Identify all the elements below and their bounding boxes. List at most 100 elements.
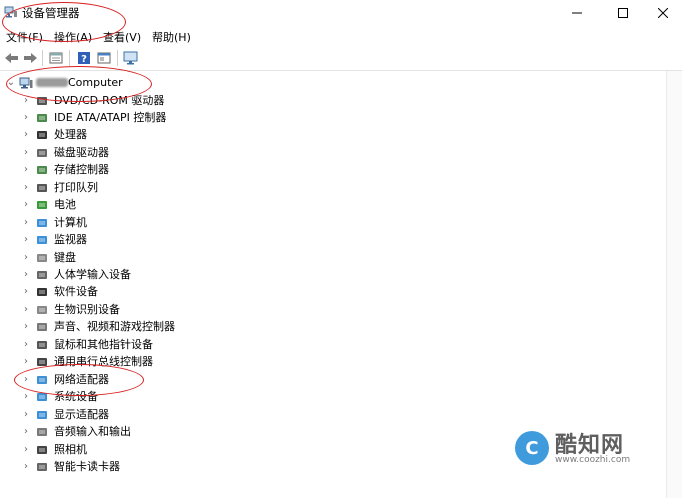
expand-chevron-icon[interactable]: › — [21, 217, 31, 229]
tree-item-label: 电池 — [54, 198, 76, 212]
tree-item-label: 智能卡读卡器 — [54, 459, 120, 473]
tree-item[interactable]: › 系统设备 — [0, 389, 600, 406]
menu-action[interactable]: 操作(A) — [54, 29, 92, 45]
tree-item-label: 通用串行总线控制器 — [54, 355, 153, 369]
expand-chevron-icon[interactable]: › — [21, 304, 31, 316]
expand-chevron-icon[interactable]: › — [21, 112, 31, 124]
tree-item-label: 处理器 — [54, 128, 87, 142]
expand-chevron-icon[interactable]: › — [21, 95, 31, 107]
expand-chevron-icon[interactable]: › — [21, 269, 31, 281]
collapse-chevron-icon[interactable]: ⌄ — [6, 77, 16, 89]
tree-item[interactable]: › 存储控制器 — [0, 162, 600, 179]
tree-item[interactable]: › 照相机 — [0, 442, 600, 459]
tree-item[interactable]: › 人体学输入设备 — [0, 267, 600, 284]
tree-item[interactable]: › 监视器 — [0, 232, 600, 249]
hid-icon — [37, 271, 47, 279]
tree-item-label: DVD/CD-ROM 驱动器 — [54, 93, 165, 107]
expand-chevron-icon[interactable]: › — [21, 426, 31, 438]
svg-text:?: ? — [81, 54, 87, 65]
toolbar-separator — [117, 50, 118, 66]
expand-chevron-icon[interactable]: › — [21, 147, 31, 159]
tree-item[interactable]: › 打印队列 — [0, 180, 600, 197]
expand-chevron-icon[interactable]: › — [21, 252, 31, 264]
menu-view[interactable]: 查看(V) — [103, 29, 141, 45]
smart-card-reader-icon — [37, 462, 47, 471]
tree-item-label: 系统设备 — [54, 390, 98, 404]
tree-item[interactable]: › IDE ATA/ATAPI 控制器 — [0, 110, 600, 127]
tree-item[interactable]: › 电池 — [0, 197, 600, 214]
menu-help[interactable]: 帮助(H) — [152, 29, 191, 45]
expand-chevron-icon[interactable]: › — [21, 321, 31, 333]
usb-icon — [37, 358, 47, 367]
forward-button[interactable] — [22, 50, 38, 66]
tree-item[interactable]: › 软件设备 — [0, 284, 600, 301]
tree-item-label: 网络适配器 — [54, 372, 109, 386]
tree-item[interactable]: › 网络适配器 — [0, 372, 600, 389]
monitor-icon — [37, 236, 47, 245]
tree-item[interactable]: › 生物识别设备 — [0, 302, 600, 319]
expand-chevron-icon[interactable]: › — [21, 199, 31, 211]
expand-chevron-icon[interactable]: › — [21, 444, 31, 456]
expand-chevron-icon[interactable]: › — [21, 356, 31, 368]
tree-item[interactable]: › 音频输入和输出 — [0, 424, 600, 441]
expand-chevron-icon[interactable]: › — [21, 182, 31, 194]
dvd-drive-icon — [37, 96, 47, 105]
display-adapter-icon — [37, 410, 47, 419]
disk-drive-icon — [37, 148, 47, 157]
tree-item-label: 音频输入和输出 — [54, 425, 131, 439]
tree-item[interactable]: › 声音、视频和游戏控制器 — [0, 319, 600, 336]
tree-item-label: 软件设备 — [54, 285, 98, 299]
battery-icon — [37, 201, 47, 210]
scan-hardware-button[interactable] — [123, 50, 139, 66]
biometric-icon — [37, 305, 47, 314]
window-title: 设备管理器 — [22, 6, 80, 20]
close-icon — [658, 8, 668, 18]
tree-root-computer[interactable]: ⌄ Computer — [0, 75, 600, 92]
expand-chevron-icon[interactable]: › — [21, 461, 31, 473]
tree-item[interactable]: › 磁盘驱动器 — [0, 145, 600, 162]
tree-item-label: IDE ATA/ATAPI 控制器 — [54, 110, 167, 124]
arrow-left-icon — [5, 53, 18, 63]
update-driver-button[interactable] — [96, 50, 112, 66]
computer-icon — [37, 218, 47, 227]
tree-item[interactable]: › 通用串行总线控制器 — [0, 354, 600, 371]
device-manager-icon — [4, 6, 17, 18]
storage-controller-icon — [37, 166, 47, 175]
close-button[interactable] — [640, 0, 682, 26]
back-button[interactable] — [4, 50, 20, 66]
properties-button[interactable] — [48, 50, 64, 66]
expand-chevron-icon[interactable]: › — [21, 164, 31, 176]
expand-chevron-icon[interactable]: › — [21, 409, 31, 421]
tree-item[interactable]: › 键盘 — [0, 250, 600, 267]
tree-item-label: 计算机 — [54, 215, 87, 229]
expand-chevron-icon[interactable]: › — [21, 286, 31, 298]
tree-item-label: 人体学输入设备 — [54, 268, 131, 281]
minimize-button[interactable] — [554, 0, 600, 26]
help-icon: ? — [78, 52, 90, 65]
tree-item[interactable]: › 处理器 — [0, 127, 600, 144]
tree-item-label: 存储控制器 — [54, 163, 109, 177]
toolbar-separator — [69, 50, 70, 66]
tree-item[interactable]: › 显示适配器 — [0, 407, 600, 424]
keyboard-icon — [37, 253, 47, 262]
tree-item-label: 打印队列 — [54, 180, 98, 194]
tree-item-label: 照相机 — [54, 442, 87, 456]
tree-item[interactable]: › 计算机 — [0, 215, 600, 232]
tree-item[interactable]: › DVD/CD-ROM 驱动器 — [0, 93, 600, 110]
menu-bar: 文件(F) 操作(A) 查看(V) 帮助(H) — [0, 27, 682, 45]
expand-chevron-icon[interactable]: › — [21, 339, 31, 351]
help-button[interactable]: ? — [76, 50, 92, 66]
expand-chevron-icon[interactable]: › — [21, 234, 31, 246]
monitor-scan-icon — [123, 51, 138, 65]
arrow-right-icon — [24, 53, 37, 63]
expand-chevron-icon[interactable]: › — [21, 129, 31, 141]
system-device-icon — [37, 393, 47, 402]
tree-item-label: 声音、视频和游戏控制器 — [54, 320, 175, 334]
menu-file[interactable]: 文件(F) — [6, 29, 43, 45]
tree-item[interactable]: › 智能卡读卡器 — [0, 459, 600, 476]
tree-item-label: 磁盘驱动器 — [54, 145, 109, 159]
expand-chevron-icon[interactable]: › — [21, 391, 31, 403]
expand-chevron-icon[interactable]: › — [21, 374, 31, 386]
tree-item[interactable]: › 鼠标和其他指针设备 — [0, 337, 600, 354]
camera-icon — [37, 445, 47, 454]
